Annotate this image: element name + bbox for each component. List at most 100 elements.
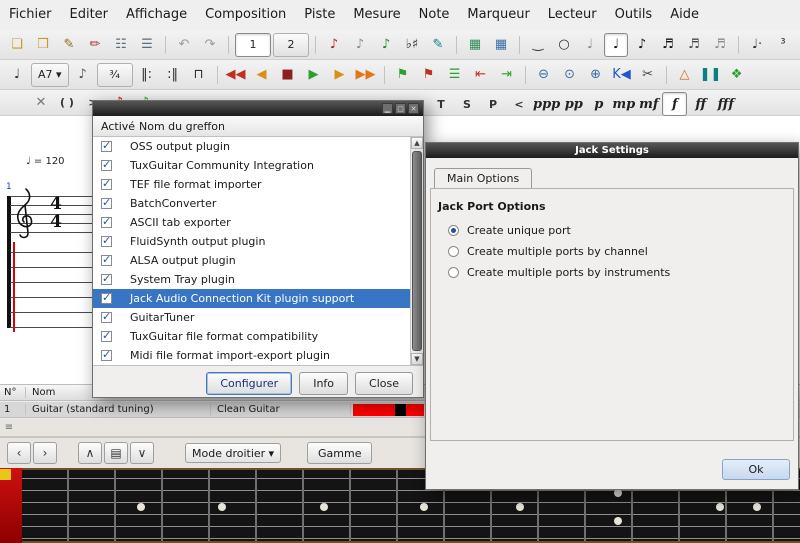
dynamic-f-button[interactable]: f	[662, 92, 687, 116]
half-note-icon[interactable]: ♩	[578, 33, 602, 57]
grace-note-icon[interactable]: ♪	[71, 63, 95, 87]
open-song-icon[interactable]: ❒	[31, 33, 55, 57]
dead-note-icon[interactable]: ✕	[29, 91, 53, 115]
export-icon[interactable]: ✏	[83, 33, 107, 57]
tab-main-options[interactable]: Main Options	[434, 168, 532, 188]
menu-item[interactable]: Outils	[606, 0, 662, 30]
remove-note-icon[interactable]: ♪	[348, 33, 372, 57]
dynamic-pp-button[interactable]: pp	[562, 93, 585, 115]
print-icon[interactable]: ☷	[109, 33, 133, 57]
goto-note-icon[interactable]: ♩	[5, 63, 29, 87]
whole-note-icon[interactable]: ○	[552, 33, 576, 57]
plugin-checkbox[interactable]	[101, 312, 112, 323]
marker-next-icon[interactable]: ⇥	[495, 63, 519, 87]
plugin-checkbox[interactable]	[101, 179, 112, 190]
plugins-dialog-titlebar[interactable]: ▁▢✕	[93, 101, 423, 116]
slapping-button[interactable]: S	[455, 93, 479, 115]
dynamic-mp-button[interactable]: mp	[612, 93, 635, 115]
menu-item[interactable]: Marqueur	[458, 0, 538, 30]
collapse-track-button[interactable]: ∧	[78, 442, 102, 464]
next-measure-button[interactable]: ▶	[328, 63, 352, 87]
menu-item[interactable]: Lecteur	[539, 0, 606, 30]
plugin-row[interactable]: ALSA output plugin	[93, 251, 423, 270]
dynamic-ppp-button[interactable]: ppp	[533, 93, 560, 115]
tie-note-icon[interactable]: ‿	[526, 33, 550, 57]
menu-item[interactable]: Fichier	[0, 0, 61, 30]
matrix-editor-icon[interactable]: ▦	[463, 33, 487, 57]
menu-item[interactable]: Editer	[61, 0, 118, 30]
marker-list-icon[interactable]: ☰	[443, 63, 467, 87]
note-duration-icon[interactable]: ♪	[374, 33, 398, 57]
jack-dialog-titlebar[interactable]: Jack Settings	[426, 143, 798, 158]
plugin-row[interactable]: GuitarTuner	[93, 308, 423, 327]
zoom-reset-icon[interactable]: ⊙	[558, 63, 582, 87]
track-layout-icon[interactable]: ▤	[104, 442, 128, 464]
time-signature-icon[interactable]: ¾	[97, 63, 133, 87]
tuplet-icon[interactable]: ³	[771, 33, 795, 57]
menu-item[interactable]: Affichage	[117, 0, 196, 30]
popping-button[interactable]: P	[481, 93, 505, 115]
caret-voice-2-button[interactable]: 2	[273, 33, 309, 57]
vertical-scrollbar[interactable]: ▲ ▼	[410, 137, 423, 365]
split-measure-icon[interactable]: ✂	[636, 63, 660, 87]
info-button[interactable]: Info	[299, 372, 348, 395]
plugin-row[interactable]: System Tray plugin	[93, 270, 423, 289]
scroll-up-icon[interactable]: ▲	[411, 137, 423, 149]
scroll-grip-icon[interactable]: ≡	[2, 422, 16, 433]
plugin-checkbox[interactable]	[101, 198, 112, 209]
plugin-checkbox[interactable]	[101, 350, 112, 361]
plugin-checkbox[interactable]	[101, 293, 112, 304]
marker-add-icon[interactable]: ⚑	[391, 63, 415, 87]
menu-item[interactable]: Composition	[196, 0, 295, 30]
piano-editor-icon[interactable]: ▦	[489, 33, 513, 57]
dynamic-ff-button[interactable]: ff	[689, 93, 712, 115]
accidental-icon[interactable]: ♭♯	[400, 33, 424, 57]
ghost-note-icon[interactable]: ( )	[55, 92, 79, 114]
sixtyfourth-note-icon[interactable]: ♬	[708, 33, 732, 57]
fade-in-button[interactable]: <	[507, 93, 531, 115]
new-song-icon[interactable]: ❏	[5, 33, 29, 57]
plugin-row[interactable]: BatchConverter	[93, 194, 423, 213]
scrollbar-thumb[interactable]	[412, 151, 422, 351]
plugin-checkbox[interactable]	[101, 160, 112, 171]
plugin-checkbox[interactable]	[101, 217, 112, 228]
menu-item[interactable]: Mesure	[344, 0, 409, 30]
play-selection-icon[interactable]: K◀	[610, 63, 634, 87]
undo-icon[interactable]: ↶	[172, 33, 196, 57]
eighth-note-icon[interactable]: ♪	[630, 33, 654, 57]
repeat-alternative-icon[interactable]: ⊓	[187, 63, 211, 87]
edit-pencil-icon[interactable]: ✎	[57, 33, 81, 57]
caret-voice-1-button[interactable]: 1	[235, 33, 271, 57]
first-measure-button[interactable]: ◀◀	[224, 63, 248, 87]
stop-button[interactable]: ■	[276, 63, 300, 87]
dynamic-mf-button[interactable]: mf	[637, 93, 660, 115]
repeat-open-icon[interactable]: ‖:	[135, 63, 159, 87]
repeat-close-icon[interactable]: :‖	[161, 63, 185, 87]
dynamic-p-button[interactable]: p	[587, 93, 610, 115]
quarter-note-icon[interactable]: ♩	[604, 33, 628, 57]
hand-mode-select[interactable]: Mode droitier ▾	[185, 443, 281, 463]
compose-pen-icon[interactable]: ✎	[426, 33, 450, 57]
zoom-out-icon[interactable]: ⊖	[532, 63, 556, 87]
plugin-row[interactable]: Midi file format import-export plugin	[93, 346, 423, 365]
configurer-button[interactable]: Configurer	[206, 372, 292, 395]
radio-option[interactable]: Create multiple ports by channel	[448, 241, 670, 262]
close-button[interactable]: Close	[355, 372, 413, 395]
scroll-down-icon[interactable]: ▼	[411, 353, 423, 365]
menu-item[interactable]: Note	[410, 0, 459, 30]
plugin-checkbox[interactable]	[101, 236, 112, 247]
minimize-button[interactable]: ▁	[382, 103, 393, 114]
plugin-checkbox[interactable]	[101, 274, 112, 285]
tuner-icon[interactable]: ❖	[725, 63, 749, 87]
previous-track-button[interactable]: ‹	[7, 442, 31, 464]
plugin-row[interactable]: TEF file format importer	[93, 175, 423, 194]
redo-icon[interactable]: ↷	[198, 33, 222, 57]
mixer-icon[interactable]: ❚❚	[699, 63, 723, 87]
song-properties-icon[interactable]: ☰	[135, 33, 159, 57]
plugin-checkbox[interactable]	[101, 331, 112, 342]
close-button[interactable]: ✕	[408, 103, 419, 114]
marker-previous-icon[interactable]: ⇤	[469, 63, 493, 87]
last-measure-button[interactable]: ▶▶	[354, 63, 378, 87]
radio-option[interactable]: Create multiple ports by instruments	[448, 262, 670, 283]
sixteenth-note-icon[interactable]: ♬	[656, 33, 680, 57]
